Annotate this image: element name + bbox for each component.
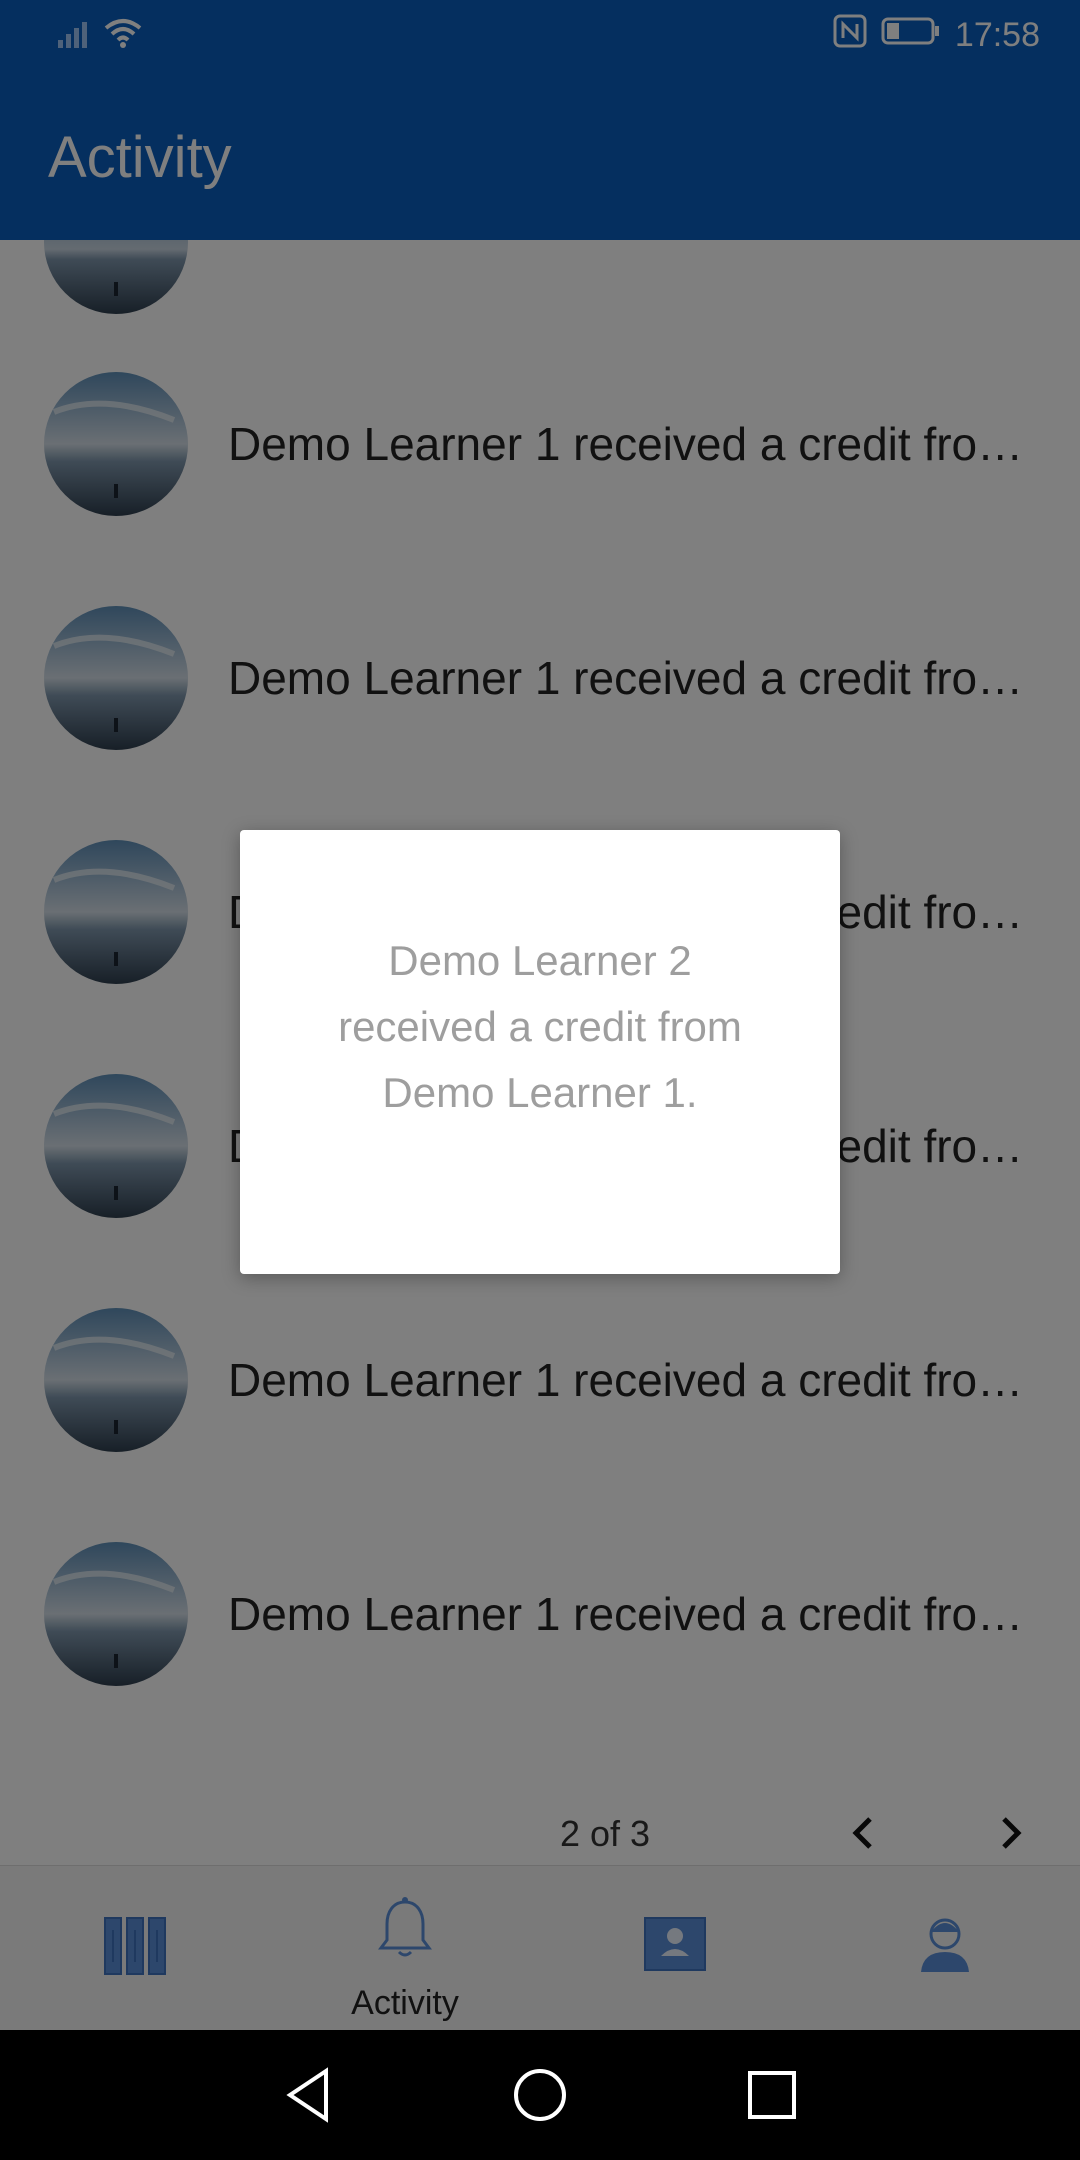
home-icon[interactable] [508,2063,572,2127]
back-icon[interactable] [276,2063,340,2127]
system-navigation-bar [0,2030,1080,2160]
notification-dialog[interactable]: Demo Learner 2 received a credit from De… [240,830,840,1274]
recents-icon[interactable] [740,2063,804,2127]
dialog-message: Demo Learner 2 received a credit from De… [338,937,742,1116]
